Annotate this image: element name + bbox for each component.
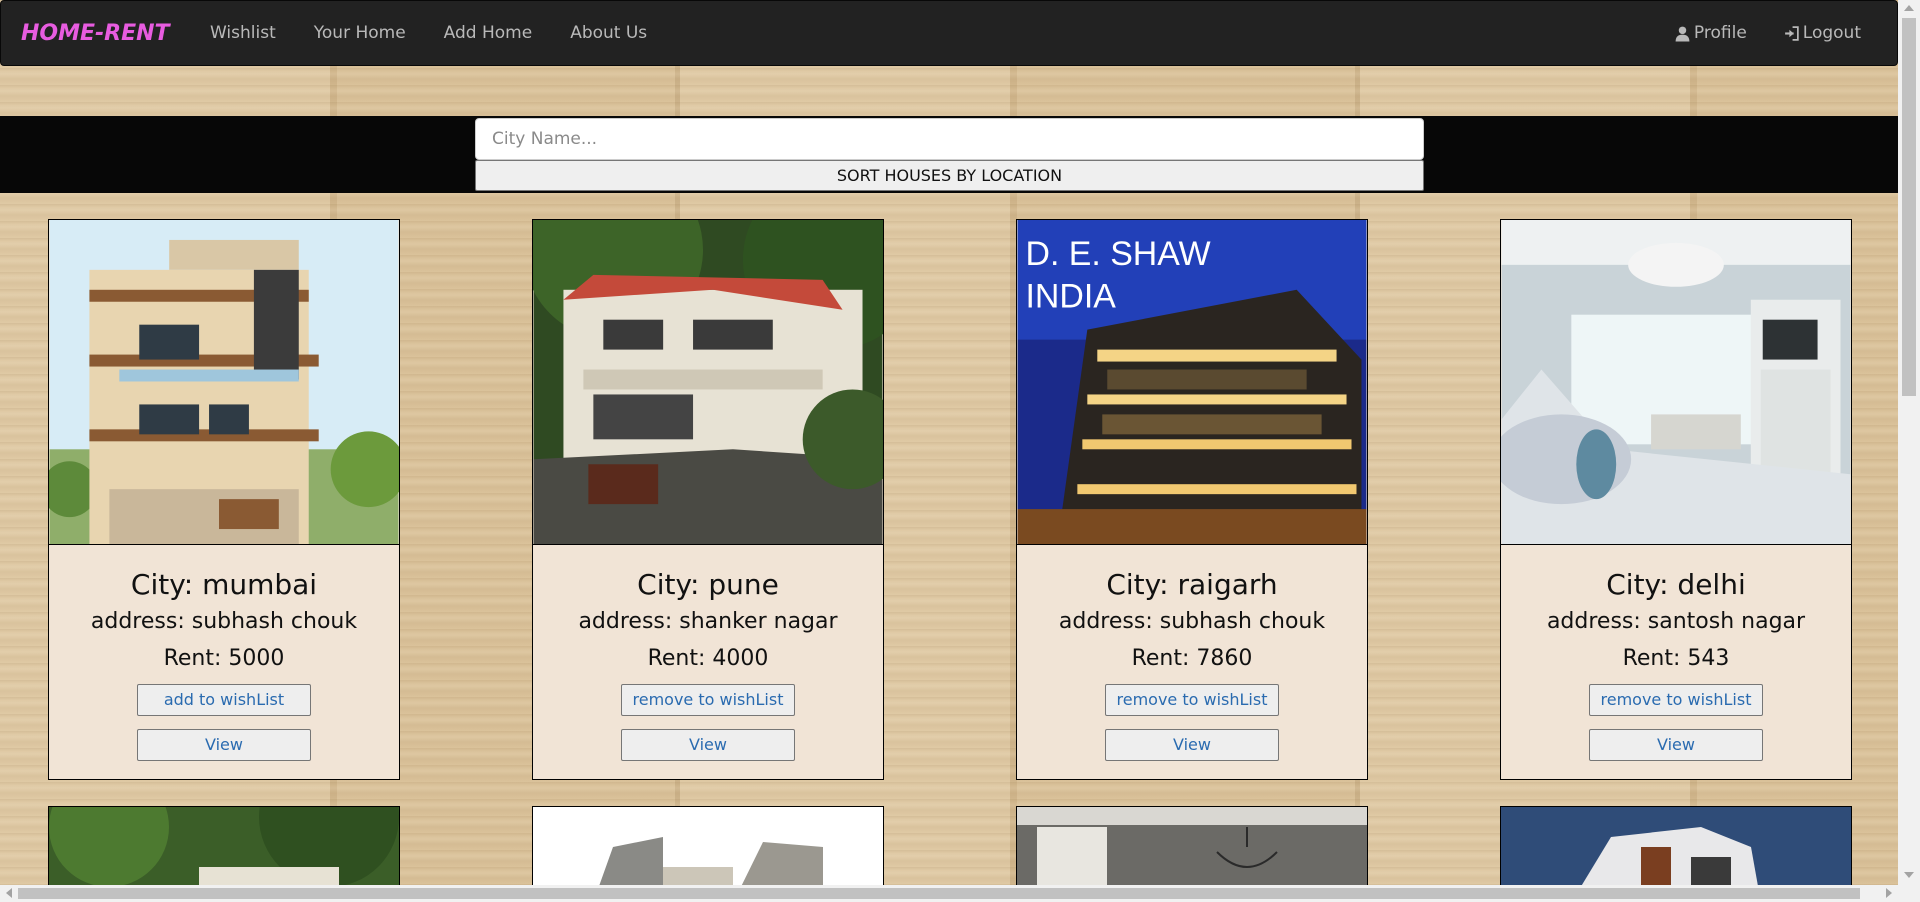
vertical-scrollbar[interactable] xyxy=(1898,0,1920,885)
logout-link[interactable]: Logout xyxy=(1765,23,1879,43)
wishlist-button[interactable]: remove to wishList xyxy=(621,684,795,716)
wishlist-button[interactable]: remove to wishList xyxy=(1105,684,1279,716)
house-image[interactable] xyxy=(1501,220,1851,545)
nav-wishlist[interactable]: Wishlist xyxy=(191,23,295,43)
house-card: D. E. SHAW INDIA City: raigarh address: … xyxy=(1016,219,1368,780)
brand-logo[interactable]: HOME-RENT xyxy=(1,21,191,46)
card-address: address: subhash chouk xyxy=(1058,609,1326,634)
city-search-input[interactable] xyxy=(475,118,1424,160)
card-city: City: pune xyxy=(637,568,779,601)
image-text-line1: D. E. SHAW xyxy=(1026,235,1211,273)
card-address: address: subhash chouk xyxy=(90,609,358,634)
profile-label: Profile xyxy=(1693,23,1747,43)
view-button[interactable]: View xyxy=(1105,729,1279,761)
card-rent: Rent: 5000 xyxy=(163,646,285,671)
nav-your-home[interactable]: Your Home xyxy=(295,23,425,43)
view-button[interactable]: View xyxy=(1589,729,1763,761)
card-body: City: delhi address: santosh nagar Rent:… xyxy=(1501,568,1851,761)
card-rent: Rent: 543 xyxy=(1622,646,1730,671)
card-rent: Rent: 4000 xyxy=(647,646,769,671)
house-image[interactable]: D. E. SHAW INDIA xyxy=(1017,220,1367,545)
card-address: address: santosh nagar xyxy=(1546,609,1806,634)
logout-icon xyxy=(1784,25,1799,41)
scroll-down-icon[interactable] xyxy=(1904,872,1914,878)
navbar: HOME-RENT Wishlist Your Home Add Home Ab… xyxy=(0,0,1898,66)
scroll-left-icon[interactable] xyxy=(6,888,12,898)
logout-label: Logout xyxy=(1802,23,1861,43)
horizontal-scrollbar[interactable] xyxy=(0,885,1920,902)
card-body: City: mumbai address: subhash chouk Rent… xyxy=(49,568,399,761)
card-city: City: mumbai xyxy=(130,568,318,601)
nav-links: Wishlist Your Home Add Home About Us xyxy=(191,23,666,43)
scroll-up-icon[interactable] xyxy=(1904,5,1914,11)
nav-right: Profile Logout xyxy=(1656,23,1897,43)
house-card: City: mumbai address: subhash chouk Rent… xyxy=(48,219,400,780)
house-card: City: pune address: shanker nagar Rent: … xyxy=(532,219,884,780)
wishlist-button[interactable]: add to wishList xyxy=(137,684,311,716)
card-rent: Rent: 7860 xyxy=(1131,646,1253,671)
scroll-right-icon[interactable] xyxy=(1886,888,1892,898)
horizontal-scroll-thumb[interactable] xyxy=(18,888,1860,899)
card-body: City: pune address: shanker nagar Rent: … xyxy=(533,568,883,761)
card-address: address: shanker nagar xyxy=(578,609,838,634)
image-text-line2: INDIA xyxy=(1026,278,1117,316)
house-image[interactable] xyxy=(533,220,883,545)
view-button[interactable]: View xyxy=(621,729,795,761)
wishlist-button[interactable]: remove to wishList xyxy=(1589,684,1763,716)
card-city: City: delhi xyxy=(1606,568,1746,601)
profile-link[interactable]: Profile xyxy=(1656,23,1765,43)
card-body: City: raigarh address: subhash chouk Ren… xyxy=(1017,568,1367,761)
vertical-scroll-thumb[interactable] xyxy=(1902,18,1916,396)
nav-about-us[interactable]: About Us xyxy=(551,23,666,43)
nav-add-home[interactable]: Add Home xyxy=(425,23,552,43)
house-card: City: delhi address: santosh nagar Rent:… xyxy=(1500,219,1852,780)
sort-by-location-button[interactable]: SORT HOUSES BY LOCATION xyxy=(475,160,1424,191)
card-city: City: raigarh xyxy=(1106,568,1278,601)
user-icon xyxy=(1675,26,1690,41)
view-button[interactable]: View xyxy=(137,729,311,761)
house-image[interactable] xyxy=(49,220,399,545)
